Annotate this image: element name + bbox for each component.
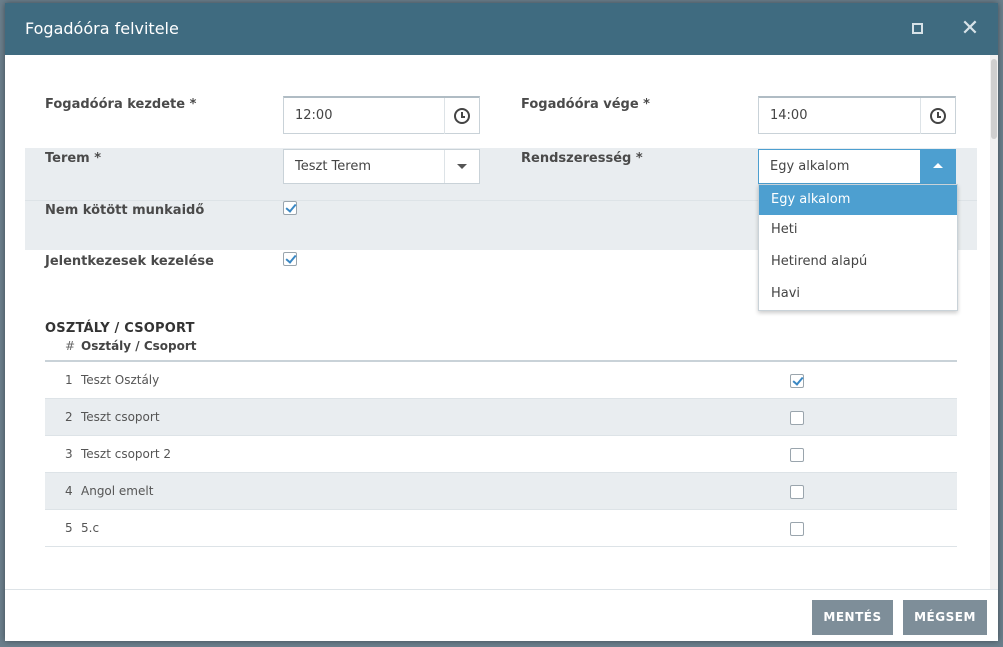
start-time-value: 12:00 <box>295 108 333 123</box>
column-header-group: Osztály / Csoport <box>81 339 197 353</box>
cancel-button[interactable]: MÉGSEM <box>903 600 987 635</box>
clock-icon <box>454 108 470 124</box>
unbound-worktime-checkbox[interactable] <box>283 201 297 215</box>
dialog-titlebar: Fogadóóra felvitele ✕ <box>5 3 998 55</box>
end-time-input[interactable]: 14:00 <box>758 96 956 134</box>
end-time-value: 14:00 <box>770 108 808 123</box>
row-number: 2 <box>65 410 73 424</box>
groups-section-title: OSZTÁLY / CSOPORT <box>45 321 195 336</box>
row-group-name: Teszt Osztály <box>81 373 160 387</box>
table-row: 1 Teszt Osztály <box>45 362 957 399</box>
maximize-button[interactable] <box>905 17 929 41</box>
start-time-label: Fogadóóra kezdete * <box>45 97 197 112</box>
room-label: Terem * <box>45 151 102 166</box>
recurrence-label: Rendszeresség * <box>521 151 643 166</box>
recurrence-option-monthly[interactable]: Havi <box>759 279 957 309</box>
scrollbar[interactable] <box>990 55 998 591</box>
recurrence-value: Egy alkalom <box>770 159 850 174</box>
dialog: Fogadóóra felvitele ✕ Fogadóóra kezdete … <box>5 3 998 641</box>
table-row: 5 5.c <box>45 510 957 547</box>
table-row: 3 Teszt csoport 2 <box>45 436 957 473</box>
table-row: 4 Angol emelt <box>45 473 957 510</box>
end-time-picker-button[interactable] <box>920 98 955 134</box>
save-button[interactable]: MENTÉS <box>812 600 893 635</box>
close-button[interactable]: ✕ <box>958 17 982 41</box>
row-number: 3 <box>65 447 73 461</box>
room-dropdown-toggle[interactable] <box>444 150 479 183</box>
row-select-checkbox[interactable] <box>790 485 804 499</box>
recurrence-option-weekly[interactable]: Heti <box>759 215 957 245</box>
clock-icon <box>930 108 946 124</box>
row-select-checkbox[interactable] <box>790 448 804 462</box>
scrollbar-thumb[interactable] <box>991 59 997 139</box>
recurrence-option-once[interactable]: Egy alkalom <box>759 185 957 215</box>
dialog-title: Fogadóóra felvitele <box>25 19 179 38</box>
row-group-name: 5.c <box>81 521 100 535</box>
unbound-worktime-label: Nem kötött munkaidő <box>45 203 205 218</box>
row-select-checkbox[interactable] <box>790 411 804 425</box>
dialog-footer: MENTÉS MÉGSEM <box>5 589 998 641</box>
row-group-name: Teszt csoport <box>81 410 160 424</box>
row-number: 5 <box>65 521 73 535</box>
recurrence-dropdown-list: Egy alkalom Heti Hetirend alapú Havi <box>758 184 958 311</box>
row-group-name: Angol emelt <box>81 484 154 498</box>
chevron-down-icon <box>457 164 467 169</box>
close-icon: ✕ <box>960 16 980 41</box>
row-group-name: Teszt csoport 2 <box>81 447 171 461</box>
chevron-up-icon <box>933 163 943 168</box>
start-time-picker-button[interactable] <box>444 98 479 134</box>
table-row: 2 Teszt csoport <box>45 399 957 436</box>
row-number: 4 <box>65 484 73 498</box>
row-number: 1 <box>65 373 73 387</box>
room-select[interactable]: Teszt Terem <box>283 149 480 184</box>
recurrence-dropdown-toggle[interactable] <box>920 150 955 183</box>
applications-checkbox[interactable] <box>283 252 297 266</box>
maximize-icon <box>911 23 923 34</box>
row-select-checkbox[interactable] <box>790 522 804 536</box>
applications-label: Jelentkezesek kezelése <box>45 254 214 269</box>
recurrence-select[interactable]: Egy alkalom <box>758 149 956 184</box>
recurrence-option-timetable[interactable]: Hetirend alapú <box>759 247 957 277</box>
row-select-checkbox[interactable] <box>790 374 804 388</box>
start-time-input[interactable]: 12:00 <box>283 96 480 134</box>
room-value: Teszt Terem <box>295 159 372 174</box>
end-time-label: Fogadóóra vége * <box>521 97 650 112</box>
column-header-number: # <box>65 339 76 353</box>
